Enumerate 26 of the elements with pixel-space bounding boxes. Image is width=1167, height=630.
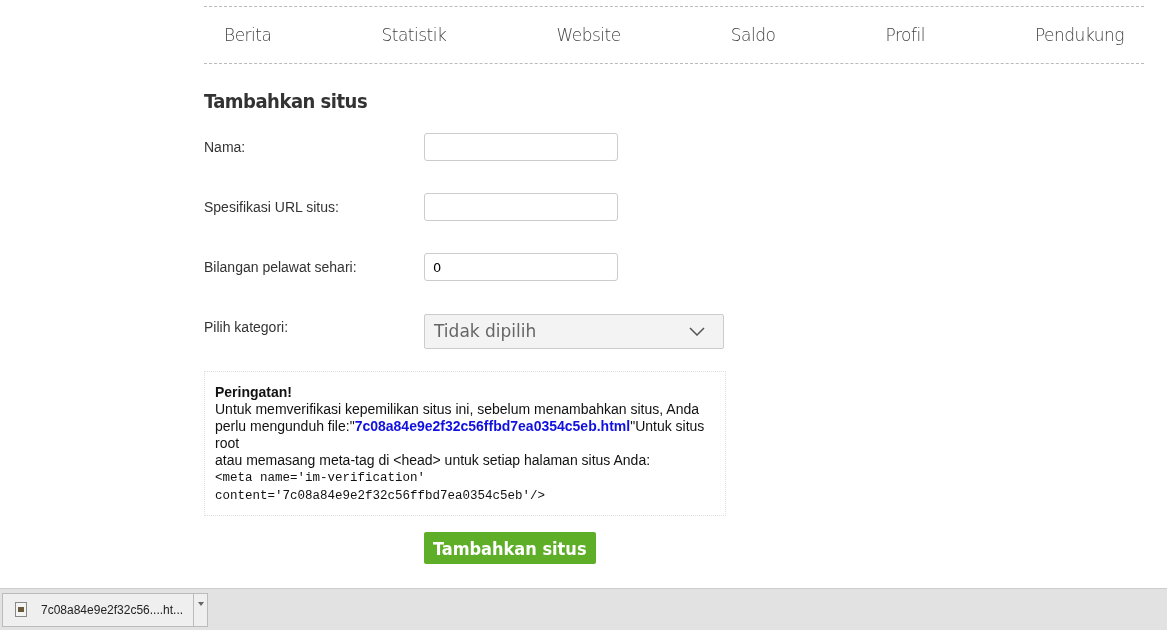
nav-link[interactable]: Website — [556, 25, 621, 45]
input-field[interactable] — [424, 193, 618, 221]
warning-text: atau memasang meta-tag di <head> untuk setiap halaman situs Anda: — [215, 452, 652, 469]
download-item[interactable]: 7c08a84e9e2f32c56....ht... — [2, 592, 194, 627]
caret-icon — [197, 601, 204, 606]
input-field[interactable] — [424, 133, 618, 161]
field-label: Bilangan pelawat sehari: — [204, 259, 358, 275]
input-field[interactable]: 0 — [424, 253, 618, 281]
nav-link[interactable]: Statistik — [381, 25, 447, 45]
field-label: Spesifikasi URL situs: — [204, 199, 340, 215]
nav-link[interactable]: Saldo — [730, 25, 776, 45]
code-line: <meta name='im-verification' — [215, 470, 427, 487]
page-heading: Tambahkan situs — [204, 89, 369, 113]
category-dropdown[interactable]: Tidak dipilih — [424, 313, 724, 349]
nav-link[interactable]: Profil — [885, 25, 925, 45]
nav-link[interactable]: Berita — [224, 25, 272, 45]
warning-title: Peringatan! — [215, 384, 293, 401]
chevron-down-icon — [689, 326, 705, 336]
file-link[interactable]: 7c08a84e9e2f32c56ffbd7ea0354c5eb.html — [354, 418, 631, 434]
field-label: Pilih kategori: — [204, 319, 290, 335]
file-icon — [15, 602, 27, 617]
field-label: Nama: — [204, 139, 247, 155]
code-line: content='7c08a84e9e2f32c56ffbd7ea0354c5eb'/> — [215, 488, 547, 505]
download-menu-button[interactable] — [194, 592, 208, 627]
nav-link[interactable]: Pendukung — [1034, 25, 1124, 45]
download-filename: 7c08a84e9e2f32c56....ht... — [41, 602, 184, 617]
